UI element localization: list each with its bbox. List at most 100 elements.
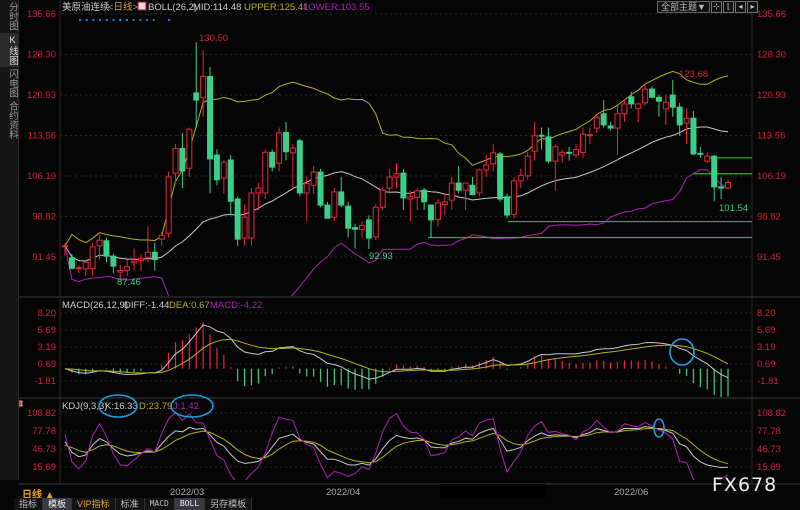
candle-body bbox=[110, 255, 117, 267]
y-tick-left: 8.20 bbox=[38, 308, 57, 319]
candle bbox=[386, 168, 393, 194]
candle-body bbox=[635, 103, 642, 109]
candle bbox=[234, 196, 241, 246]
candle-body bbox=[82, 261, 89, 270]
y-tick-left: 106.19 bbox=[27, 171, 56, 182]
candle bbox=[89, 242, 96, 276]
tab-vip-indicators[interactable]: VIP指标 bbox=[72, 498, 116, 510]
candle bbox=[497, 152, 504, 202]
candle bbox=[552, 144, 559, 191]
indicator-icon[interactable] bbox=[137, 1, 147, 11]
candle bbox=[510, 177, 517, 219]
candle bbox=[137, 253, 144, 271]
candle-body bbox=[517, 174, 524, 182]
candle-body bbox=[234, 198, 241, 240]
y-tick-left: -1.81 bbox=[34, 376, 56, 387]
candle-body bbox=[144, 251, 151, 258]
candle bbox=[628, 91, 635, 109]
tab-template[interactable]: 模板 bbox=[43, 498, 73, 510]
candle-body bbox=[131, 260, 138, 264]
candle-body bbox=[393, 173, 400, 178]
candle-body bbox=[683, 117, 690, 124]
shift-right-icon[interactable]: ▸ bbox=[747, 1, 758, 13]
event-dot bbox=[139, 18, 142, 22]
candle-body bbox=[400, 172, 407, 199]
annotation-circle bbox=[669, 338, 695, 366]
candle-body bbox=[179, 147, 186, 172]
tab-standard[interactable]: 标准 bbox=[116, 498, 145, 510]
candle-body bbox=[524, 155, 531, 177]
boll-mid-line bbox=[64, 126, 729, 262]
price-panel bbox=[62, 42, 752, 296]
candle-body bbox=[365, 219, 372, 239]
candle-body bbox=[352, 227, 359, 230]
sidebar-item-kline[interactable]: K线图 bbox=[0, 32, 18, 67]
event-dot bbox=[125, 18, 128, 22]
candle bbox=[213, 149, 220, 186]
candle-body bbox=[158, 234, 165, 240]
d-line bbox=[64, 427, 729, 465]
candle-body bbox=[676, 106, 683, 126]
candle bbox=[421, 188, 428, 211]
candle-body bbox=[193, 92, 200, 101]
high-label: 123.68 bbox=[679, 69, 708, 80]
kdj-k: K:16.33 bbox=[105, 401, 138, 412]
candle-body bbox=[151, 251, 158, 260]
candle bbox=[296, 138, 303, 197]
macd-dea: DEA:0.67 bbox=[169, 300, 210, 311]
candle-body bbox=[462, 182, 469, 191]
macd-panel bbox=[64, 322, 729, 397]
event-dot bbox=[152, 18, 155, 22]
candle bbox=[303, 177, 310, 221]
candle-body bbox=[372, 206, 379, 238]
candle bbox=[241, 204, 248, 246]
chart-canvas[interactable]: 135.66 135.66 128.30 128.30 120.93 120.93 113.… bbox=[0, 0, 800, 510]
sidebar-item-contract-info[interactable]: 合约资料 bbox=[0, 99, 18, 141]
candle-body bbox=[407, 196, 414, 200]
candle-body bbox=[655, 96, 662, 102]
j-line bbox=[64, 411, 729, 480]
tab-indicators[interactable]: 指标 bbox=[14, 498, 44, 510]
candle-body bbox=[545, 136, 552, 162]
candle-body bbox=[704, 155, 711, 162]
tab-save-template[interactable]: 另存模板 bbox=[205, 498, 253, 510]
candle bbox=[462, 182, 469, 211]
fit-icon[interactable]: ⊹ bbox=[711, 1, 722, 13]
tab-boll[interactable]: BOLL bbox=[174, 498, 206, 510]
theme-dropdown[interactable]: 全部主题▼ bbox=[657, 1, 710, 13]
candle bbox=[483, 155, 490, 178]
candle bbox=[669, 79, 676, 117]
low-label: 101.54 bbox=[719, 203, 748, 214]
candle bbox=[676, 102, 683, 136]
sidebar-item-timeshare[interactable]: 分时图 bbox=[0, 0, 18, 33]
candle-body bbox=[296, 140, 303, 194]
candle bbox=[103, 237, 110, 263]
event-dot bbox=[112, 18, 115, 22]
candle-body bbox=[531, 135, 538, 152]
boll-upper: UPPER:125.41 bbox=[244, 2, 308, 13]
macd-diff: DIFF:-1.44 bbox=[124, 300, 169, 311]
expand-left-icon[interactable]: ⌊ bbox=[723, 1, 734, 13]
y-tick-right: 108.82 bbox=[757, 408, 786, 419]
high-label: 130.50 bbox=[199, 33, 228, 44]
event-dot bbox=[132, 18, 135, 22]
k-line bbox=[64, 426, 729, 469]
sidebar-item-flash[interactable]: 闪电图 bbox=[0, 67, 18, 100]
candle-body bbox=[345, 205, 352, 229]
candle bbox=[504, 193, 510, 219]
shift-left-icon[interactable]: ◂ bbox=[735, 1, 746, 13]
candle-body bbox=[421, 189, 428, 203]
candle-body bbox=[172, 147, 179, 174]
y-tick-left: 0.69 bbox=[38, 359, 57, 370]
candle-body bbox=[68, 257, 75, 269]
candle bbox=[573, 144, 580, 158]
candle bbox=[531, 122, 538, 161]
candle bbox=[545, 127, 552, 164]
y-tick-right: -1.81 bbox=[757, 376, 779, 387]
candle-body bbox=[103, 240, 110, 257]
candle-body bbox=[725, 182, 731, 189]
candle-body bbox=[331, 191, 338, 218]
candle-body bbox=[386, 176, 393, 189]
tab-macd[interactable]: MACD bbox=[145, 498, 175, 510]
y-tick-left: 5.69 bbox=[38, 325, 57, 336]
